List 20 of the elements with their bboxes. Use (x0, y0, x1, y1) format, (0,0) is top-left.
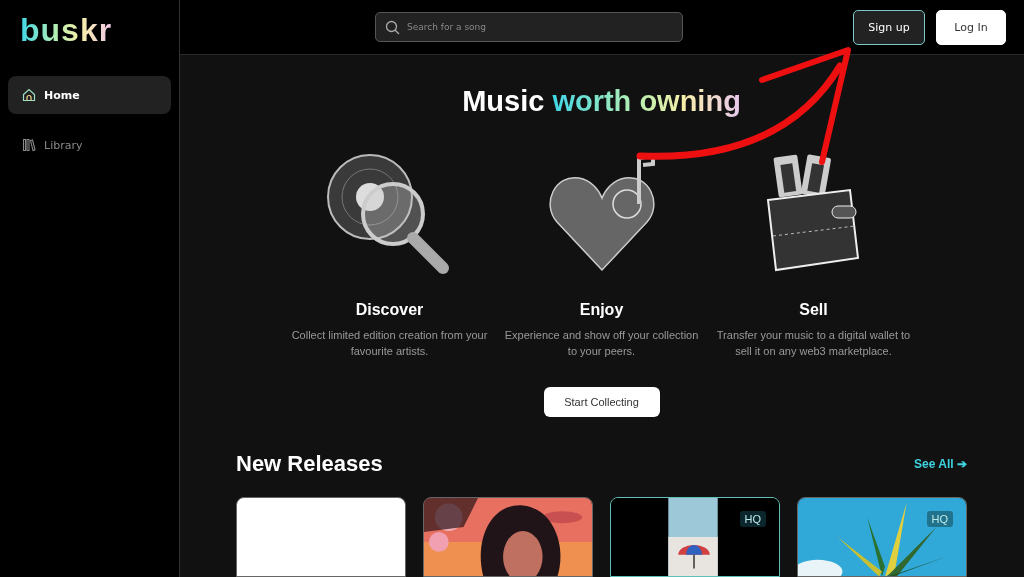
sidebar-item[interactable]: Home (8, 76, 171, 114)
quality-badge: HQ (926, 511, 953, 527)
sidebar-item[interactable]: Library (8, 126, 171, 164)
feature-title: Sell (799, 301, 828, 319)
feature-description: Collect limited edition creation from your favourite artists. (290, 328, 489, 359)
search-icon (385, 20, 400, 35)
signup-button[interactable]: Sign up (853, 9, 925, 45)
search-field[interactable]: Search for a song (375, 12, 683, 42)
section-title: New Releases (236, 451, 383, 477)
feature-title: Discover (355, 301, 424, 319)
library-icon (22, 138, 36, 152)
quality-badge: HQ (739, 511, 766, 527)
release-card[interactable] (236, 497, 406, 577)
home-icon (22, 88, 36, 102)
feature-description: Transfer your music to a digital wallet to sell it on any web3 marketplace. (715, 328, 912, 359)
login-button[interactable]: Log In (936, 9, 1006, 45)
see-all-link[interactable]: See All ➔ (914, 457, 967, 471)
feature-description: Experience and show off your collection to your peers. (503, 328, 700, 359)
start-collecting-button[interactable]: Start Collecting (543, 387, 660, 417)
feature-title: Enjoy (579, 301, 624, 319)
